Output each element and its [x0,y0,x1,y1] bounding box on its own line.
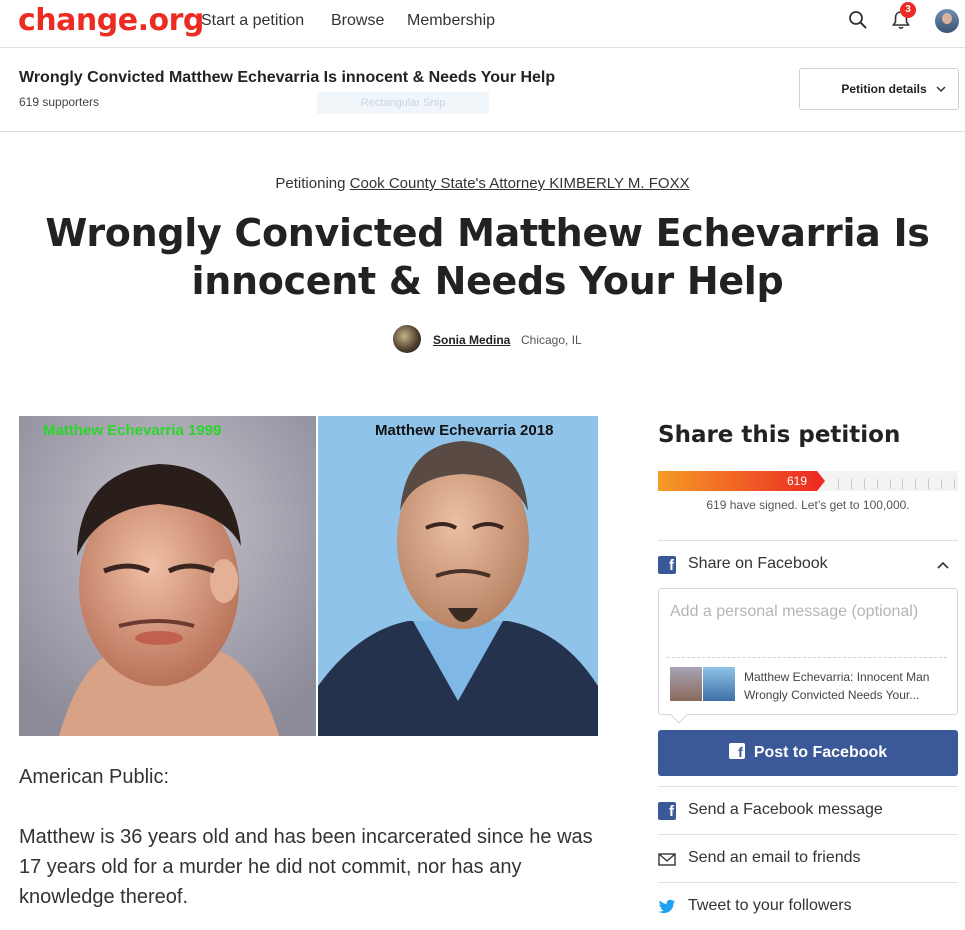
snip-overlay-label: Rectangular Snip [317,92,489,114]
search-icon[interactable] [848,10,868,30]
caption-1999: Matthew Echevarria 1999 [43,422,222,439]
tweet-row[interactable]: Tweet to your followers [658,882,958,930]
chevron-down-icon [936,86,946,93]
user-avatar[interactable] [935,9,959,33]
signature-progress-bar: 619 [658,471,958,491]
link-preview-text: Matthew Echevarria: Innocent Man Wrongly… [744,670,930,702]
photo-2018: Matthew Echevarria 2018 [318,416,598,736]
change-org-logo[interactable]: change.org [18,3,204,38]
progress-text: 619 have signed. Let’s get to 100,000. [706,498,910,512]
petition-target-link[interactable]: Cook County State's Attorney KIMBERLY M.… [350,175,690,192]
author-name-link[interactable]: Sonia Medina [433,333,510,347]
body-paragraph: Matthew is 36 years old and has been inc… [19,826,593,908]
photo-1999: Matthew Echevarria 1999 [19,416,316,736]
portrait-1999-image [19,416,316,736]
top-navigation: change.org Start a petition Browse Membe… [0,0,965,48]
progress-tick [890,479,891,489]
post-button-label: Post to Facebook [753,744,888,761]
progress-arrow [817,471,825,491]
email-label: Send an email to friends [688,849,861,866]
share-title: Share this petition [658,422,901,448]
progress-tick [902,479,903,489]
caption-2018: Matthew Echevarria 2018 [375,422,554,439]
post-to-facebook-button[interactable]: f Post to Facebook [658,730,958,776]
share-on-facebook-toggle[interactable]: f Share on Facebook [658,540,958,588]
petition-details-button[interactable]: Petition details [799,68,959,110]
sticky-petition-title: Wrongly Convicted Matthew Echevarria Is … [19,69,556,86]
nav-browse[interactable]: Browse [331,12,384,30]
portrait-2018-image [318,416,598,736]
fb-message-label: Send a Facebook message [688,801,883,818]
facebook-message-box[interactable]: Add a personal message (optional) Matthe… [658,588,958,724]
petition-details-label: Petition details [841,82,927,96]
petition-photo: Matthew Echevarria 1999 Matthew Echevarr… [19,416,598,736]
preview-thumbnail-1999 [670,667,702,701]
progress-tick [877,479,878,489]
progress-tick [838,479,839,489]
petition-sticky-header: Wrongly Convicted Matthew Echevarria Is … [0,48,965,132]
author-avatar[interactable] [393,325,421,353]
nav-start-petition[interactable]: Start a petition [201,12,304,30]
progress-tick [864,479,865,489]
progress-tick [851,479,852,489]
tweet-label: Tweet to your followers [688,897,852,914]
notification-badge: 3 [900,2,916,18]
chevron-up-icon[interactable] [937,560,949,570]
twitter-icon [658,899,676,914]
author-location: Chicago, IL [521,333,582,347]
nav-membership[interactable]: Membership [407,12,495,30]
petitioning-line: Petitioning Cook County State's Attorney… [0,175,965,192]
progress-tick [915,479,916,489]
facebook-icon: f [658,802,676,820]
message-box-tail [670,706,688,724]
petitioning-prefix: Petitioning [275,175,346,192]
facebook-icon: f [658,556,676,574]
share-facebook-label: Share on Facebook [688,555,828,572]
page-title: Wrongly Convicted Matthew Echevarria Is … [45,211,930,303]
email-icon [658,853,676,866]
progress-tick [954,479,955,489]
preview-thumbnail-2018 [703,667,735,701]
supporter-count: 619 supporters [19,95,100,109]
message-divider [667,657,947,658]
progress-count: 619 [787,474,808,488]
send-facebook-message-row[interactable]: f Send a Facebook message [658,786,958,834]
send-email-row[interactable]: Send an email to friends [658,834,958,882]
facebook-icon: f [728,743,745,759]
body-salutation: American Public: [19,766,170,788]
progress-tick [941,479,942,489]
personal-message-input[interactable]: Add a personal message (optional) [670,603,918,621]
progress-tick [928,479,929,489]
